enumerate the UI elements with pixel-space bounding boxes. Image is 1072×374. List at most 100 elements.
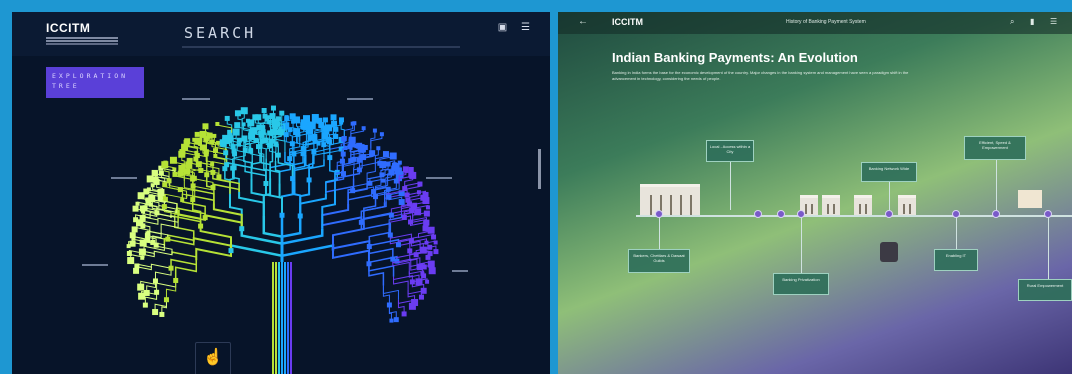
tree-node [422, 225, 429, 232]
tree-node [339, 158, 345, 164]
circuit-tree[interactable] [12, 12, 550, 374]
tree-node [148, 202, 153, 207]
tree-node [202, 215, 208, 221]
tree-node [415, 278, 423, 286]
tree-node [366, 244, 372, 250]
tree-branch [280, 244, 335, 262]
tree-branch [331, 249, 370, 264]
tree-node [194, 131, 200, 137]
bank-building-illustration [898, 195, 916, 216]
timeline-label[interactable]: Banking Privatization [773, 273, 829, 295]
tree-branch [165, 280, 177, 300]
tree-node [356, 142, 363, 149]
tree-node [390, 256, 396, 262]
menu-icon[interactable]: ☰ [1050, 17, 1057, 26]
tree-node [411, 298, 419, 306]
tree-node [169, 156, 177, 164]
tree-node [152, 278, 158, 284]
tree-node [191, 175, 197, 181]
tree-node [247, 119, 255, 127]
tree-node [210, 184, 216, 190]
tree-node [139, 214, 146, 221]
tree-node [216, 140, 221, 145]
tree-node [240, 107, 248, 115]
tree-node [408, 171, 415, 178]
timeline-node[interactable] [885, 210, 893, 218]
tree-node [420, 287, 427, 294]
hand-pointer-icon[interactable]: ☝ [195, 342, 231, 374]
gamepad-illustration [880, 242, 898, 262]
tree-node [376, 146, 381, 151]
tree-node [261, 107, 267, 113]
tree-node [220, 143, 225, 148]
tree-node [163, 297, 169, 303]
tree-node [215, 121, 220, 126]
tree-node [151, 170, 158, 177]
tree-node [413, 252, 419, 258]
tree-node [161, 161, 169, 169]
tree-branch [212, 183, 240, 192]
timeline-label[interactable]: Banking Network Wide [861, 162, 917, 182]
tree-node [287, 156, 293, 162]
tree-node [425, 205, 430, 210]
tree-node [333, 126, 339, 132]
timeline-label[interactable]: Local - Access within a City [706, 140, 754, 162]
tree-node [421, 264, 427, 270]
heading: Indian Banking Payments: An Evolution [612, 50, 858, 65]
timeline-label[interactable]: Efficient, Speed & Empowerment [964, 136, 1026, 160]
tree-node [389, 152, 397, 160]
tree-node [348, 136, 356, 144]
tree-node [241, 122, 246, 127]
tree-node [407, 248, 413, 254]
tree-node [388, 212, 394, 218]
tree-node [407, 201, 413, 207]
tree-branch [195, 247, 233, 261]
tree-node [372, 128, 377, 133]
pos-machine-illustration [1018, 190, 1042, 208]
tree-branch [204, 214, 243, 229]
search-icon[interactable]: ⌕ [1010, 17, 1014, 27]
tree-node [209, 139, 215, 145]
tree-node [143, 188, 150, 195]
tree-branch [170, 258, 198, 269]
tree-node [356, 167, 362, 173]
tree-node [192, 137, 197, 142]
tree-node [273, 129, 279, 135]
tree-node [418, 181, 423, 186]
tree-node [178, 150, 186, 158]
tree-node [401, 214, 407, 220]
timeline-label[interactable]: Bankers, Chettiars & Dawaat Guilds [628, 249, 690, 273]
tree-node [391, 165, 398, 172]
tree-node [227, 138, 232, 143]
logo[interactable]: ICCITM [612, 17, 643, 27]
tree-node [204, 172, 210, 178]
tree-branch [363, 212, 393, 223]
timeline-track [636, 215, 1072, 217]
timeline-label[interactable]: Rural Empowerment [1018, 279, 1072, 301]
tree-node [379, 132, 384, 137]
tree-node [433, 240, 438, 245]
tree-branch [331, 239, 371, 251]
tree-node [420, 194, 427, 201]
tree-node [232, 128, 240, 136]
timeline-label[interactable]: Enabling IT [934, 249, 978, 271]
tree-node [306, 177, 312, 183]
tree-branch [308, 159, 325, 180]
tree-node [379, 161, 387, 169]
tree-node [420, 271, 425, 276]
timeline-node[interactable] [754, 210, 762, 218]
tree-node [393, 317, 399, 323]
tree-node [386, 302, 392, 308]
timeline-node[interactable] [992, 210, 1000, 218]
tree-node [140, 223, 146, 229]
back-arrow-icon[interactable]: ← [578, 16, 588, 27]
tree-branch [150, 263, 172, 269]
bank-building-illustration [822, 195, 840, 216]
timeline-node[interactable] [777, 210, 785, 218]
bookmark-icon[interactable]: ▮ [1030, 17, 1034, 26]
tree-node [402, 186, 408, 192]
tree-node [140, 255, 145, 260]
tree-node [255, 144, 261, 150]
tree-node [423, 210, 430, 217]
tree-node [327, 155, 333, 161]
